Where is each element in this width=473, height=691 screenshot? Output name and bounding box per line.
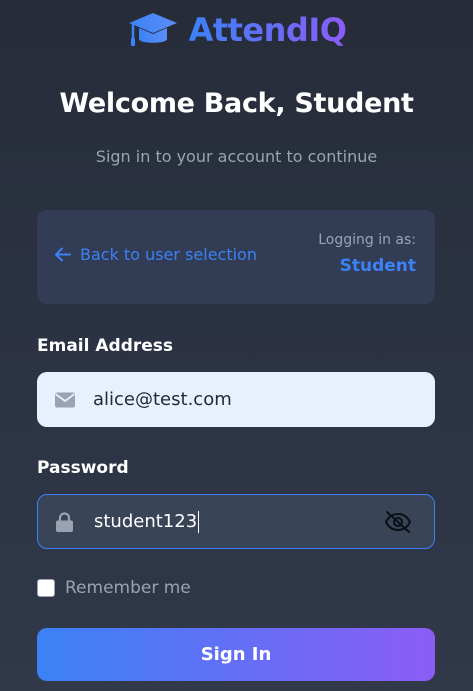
email-field[interactable]: alice@test.com (37, 372, 435, 427)
logging-as-info: Logging in as: Student (318, 232, 416, 276)
remember-me-checkbox[interactable] (37, 579, 55, 597)
role-card: Back to user selection Logging in as: St… (37, 210, 435, 304)
page-title: Welcome Back, Student (59, 88, 414, 119)
email-value: alice@test.com (93, 389, 232, 410)
brand-name: AttendIQ (188, 11, 347, 49)
text-caret (198, 510, 200, 533)
logging-as-role: Student (339, 256, 416, 276)
password-label: Password (37, 458, 129, 478)
password-field[interactable]: student123 (37, 494, 435, 549)
remember-me-label[interactable]: Remember me (65, 578, 191, 598)
graduation-cap-icon (127, 11, 179, 49)
back-to-user-selection-link[interactable]: Back to user selection (54, 245, 257, 264)
back-link-label: Back to user selection (80, 245, 257, 264)
email-label: Email Address (37, 336, 174, 356)
page-subtitle: Sign in to your account to continue (95, 147, 378, 166)
sign-in-button[interactable]: Sign In (37, 628, 435, 681)
logging-as-label: Logging in as: (318, 232, 416, 248)
arrow-left-icon (54, 247, 71, 262)
password-value: student123 (94, 510, 200, 533)
eye-off-icon[interactable] (384, 510, 412, 534)
brand-header: AttendIQ (0, 8, 473, 52)
lock-icon (56, 511, 73, 532)
envelope-icon (55, 392, 75, 407)
remember-me: Remember me (37, 578, 191, 598)
